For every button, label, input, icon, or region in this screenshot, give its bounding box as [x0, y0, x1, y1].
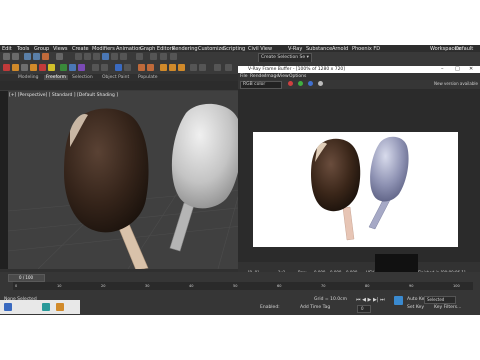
tab-modeling[interactable]: Modeling: [18, 75, 38, 80]
channel-dropdown[interactable]: RGB color: [240, 81, 282, 89]
unlink-icon[interactable]: [33, 53, 40, 60]
current-frame-field[interactable]: 0: [357, 305, 371, 313]
percent-snap-icon[interactable]: [170, 53, 177, 60]
phoenix-stop-icon[interactable]: [199, 64, 206, 71]
vfb-title: V-Ray Frame Buffer - [100% of 1280 x 720…: [248, 67, 346, 72]
sun-icon[interactable]: [48, 64, 55, 71]
tab-populate[interactable]: Populate: [138, 75, 158, 80]
taskbar: [0, 300, 80, 314]
render-blue-bar: [370, 136, 409, 202]
max-taskbar-icon[interactable]: [42, 303, 50, 311]
track-bar[interactable]: 0 10 20 30 40 50 60 70 80 90 100: [13, 282, 473, 290]
phoenix-play-icon[interactable]: [190, 64, 197, 71]
snap-toggle-icon[interactable]: [115, 64, 122, 71]
rect-select-icon[interactable]: [93, 53, 100, 60]
vfb-menu-file[interactable]: File: [240, 74, 248, 79]
vray-taskbar-icon[interactable]: [56, 303, 64, 311]
vray-fur-icon[interactable]: [69, 64, 76, 71]
vfb-menu-image[interactable]: Image: [265, 74, 279, 79]
simulate-icon[interactable]: [214, 64, 221, 71]
vfb-titlebar[interactable]: V-Ray Frame Buffer - [100% of 1280 x 720…: [238, 66, 480, 73]
mirror-icon[interactable]: [124, 64, 131, 71]
grid-status: Grid = 10.0cm: [314, 297, 347, 302]
page-bottom-margin: [0, 315, 480, 360]
material-editor-icon[interactable]: [21, 64, 28, 71]
phoenix-liquid-icon[interactable]: [147, 64, 154, 71]
render-scene: [311, 136, 409, 241]
link-icon[interactable]: [24, 53, 31, 60]
maximize-icon[interactable]: □: [455, 66, 460, 72]
vray-light-icon[interactable]: [39, 64, 46, 71]
select-by-name-icon[interactable]: [84, 53, 91, 60]
vfb-menubar: File Render Image View Options: [238, 73, 480, 80]
minimize-icon[interactable]: –: [441, 66, 444, 72]
windows-start-icon[interactable]: [4, 303, 12, 311]
main-toolbar: Create Selection Se ▾: [0, 52, 480, 63]
render-setup-icon[interactable]: [3, 64, 10, 71]
viewport-label[interactable]: [+] [Perspective] [ Standard ] [Default …: [9, 93, 118, 98]
render-frame-icon[interactable]: [30, 64, 37, 71]
phoenix-foam-icon[interactable]: [169, 64, 176, 71]
snap-icon[interactable]: [150, 53, 157, 60]
scale-icon[interactable]: [120, 53, 127, 60]
alpha-channel-icon[interactable]: [318, 81, 323, 86]
bind-space-warp-icon[interactable]: [42, 53, 49, 60]
camera-icon[interactable]: [92, 64, 99, 71]
vfb-toolbar: RGB color New version available: [238, 80, 480, 89]
phoenix-ocean-icon[interactable]: [178, 64, 185, 71]
render-chocolate-stick: [342, 206, 355, 241]
angle-snap-icon[interactable]: [160, 53, 167, 60]
enabled-label: Enabled:: [260, 305, 280, 310]
menu-bar: Edit Tools Group Views Create Modifiers …: [0, 45, 480, 52]
filter-icon[interactable]: [56, 53, 63, 60]
vfb-menu-options[interactable]: Options: [289, 74, 306, 79]
key-mode-dropdown[interactable]: Selected: [424, 296, 456, 304]
undo-icon[interactable]: [3, 53, 10, 60]
new-version-notice[interactable]: New version available: [434, 81, 478, 86]
dome-light-icon[interactable]: [101, 64, 108, 71]
time-slider[interactable]: 0 / 100: [8, 274, 45, 282]
ribbon-tabs: Modeling Freeform Selection Object Paint…: [0, 74, 240, 81]
vray-plane-icon[interactable]: [78, 64, 85, 71]
vray-frame-buffer: V-Ray Frame Buffer - [100% of 1280 x 720…: [238, 66, 480, 284]
add-key-icon[interactable]: [394, 296, 403, 305]
green-channel-icon[interactable]: [298, 81, 303, 86]
white-icecream-model[interactable]: [169, 103, 242, 252]
tab-freeform[interactable]: Freeform: [44, 75, 69, 80]
close-icon[interactable]: ✕: [469, 66, 473, 72]
vray-teapot-icon[interactable]: [12, 64, 19, 71]
select-object-icon[interactable]: [75, 53, 82, 60]
phoenix-source-icon[interactable]: [160, 64, 167, 71]
blue-channel-icon[interactable]: [308, 81, 313, 86]
set-key-button[interactable]: Set Key: [407, 305, 424, 310]
red-channel-icon[interactable]: [288, 81, 293, 86]
chocolate-icecream-model[interactable]: [64, 108, 149, 269]
vfb-menu-render[interactable]: Render: [250, 74, 266, 79]
preview-icon[interactable]: [225, 64, 232, 71]
add-time-tag[interactable]: Add Time Tag: [300, 305, 330, 310]
move-icon[interactable]: [102, 53, 109, 60]
tab-selection[interactable]: Selection: [72, 75, 93, 80]
rotate-icon[interactable]: [111, 53, 118, 60]
pivot-icon[interactable]: [136, 53, 143, 60]
key-filters-button[interactable]: Key Filters...: [434, 305, 461, 310]
redo-icon[interactable]: [12, 53, 19, 60]
vray-proxy-icon[interactable]: [60, 64, 67, 71]
phoenix-fire-icon[interactable]: [138, 64, 145, 71]
vfb-menu-view[interactable]: View: [278, 74, 289, 79]
mini-preview: [375, 254, 418, 272]
play-controls[interactable]: ⏮ ◀ ▶ ▶| ⏭: [356, 297, 385, 303]
ribbon-panel: [0, 81, 240, 90]
tab-object-paint[interactable]: Object Paint: [102, 75, 129, 80]
render-blue-stick: [368, 197, 391, 230]
rendered-image: [253, 132, 458, 247]
